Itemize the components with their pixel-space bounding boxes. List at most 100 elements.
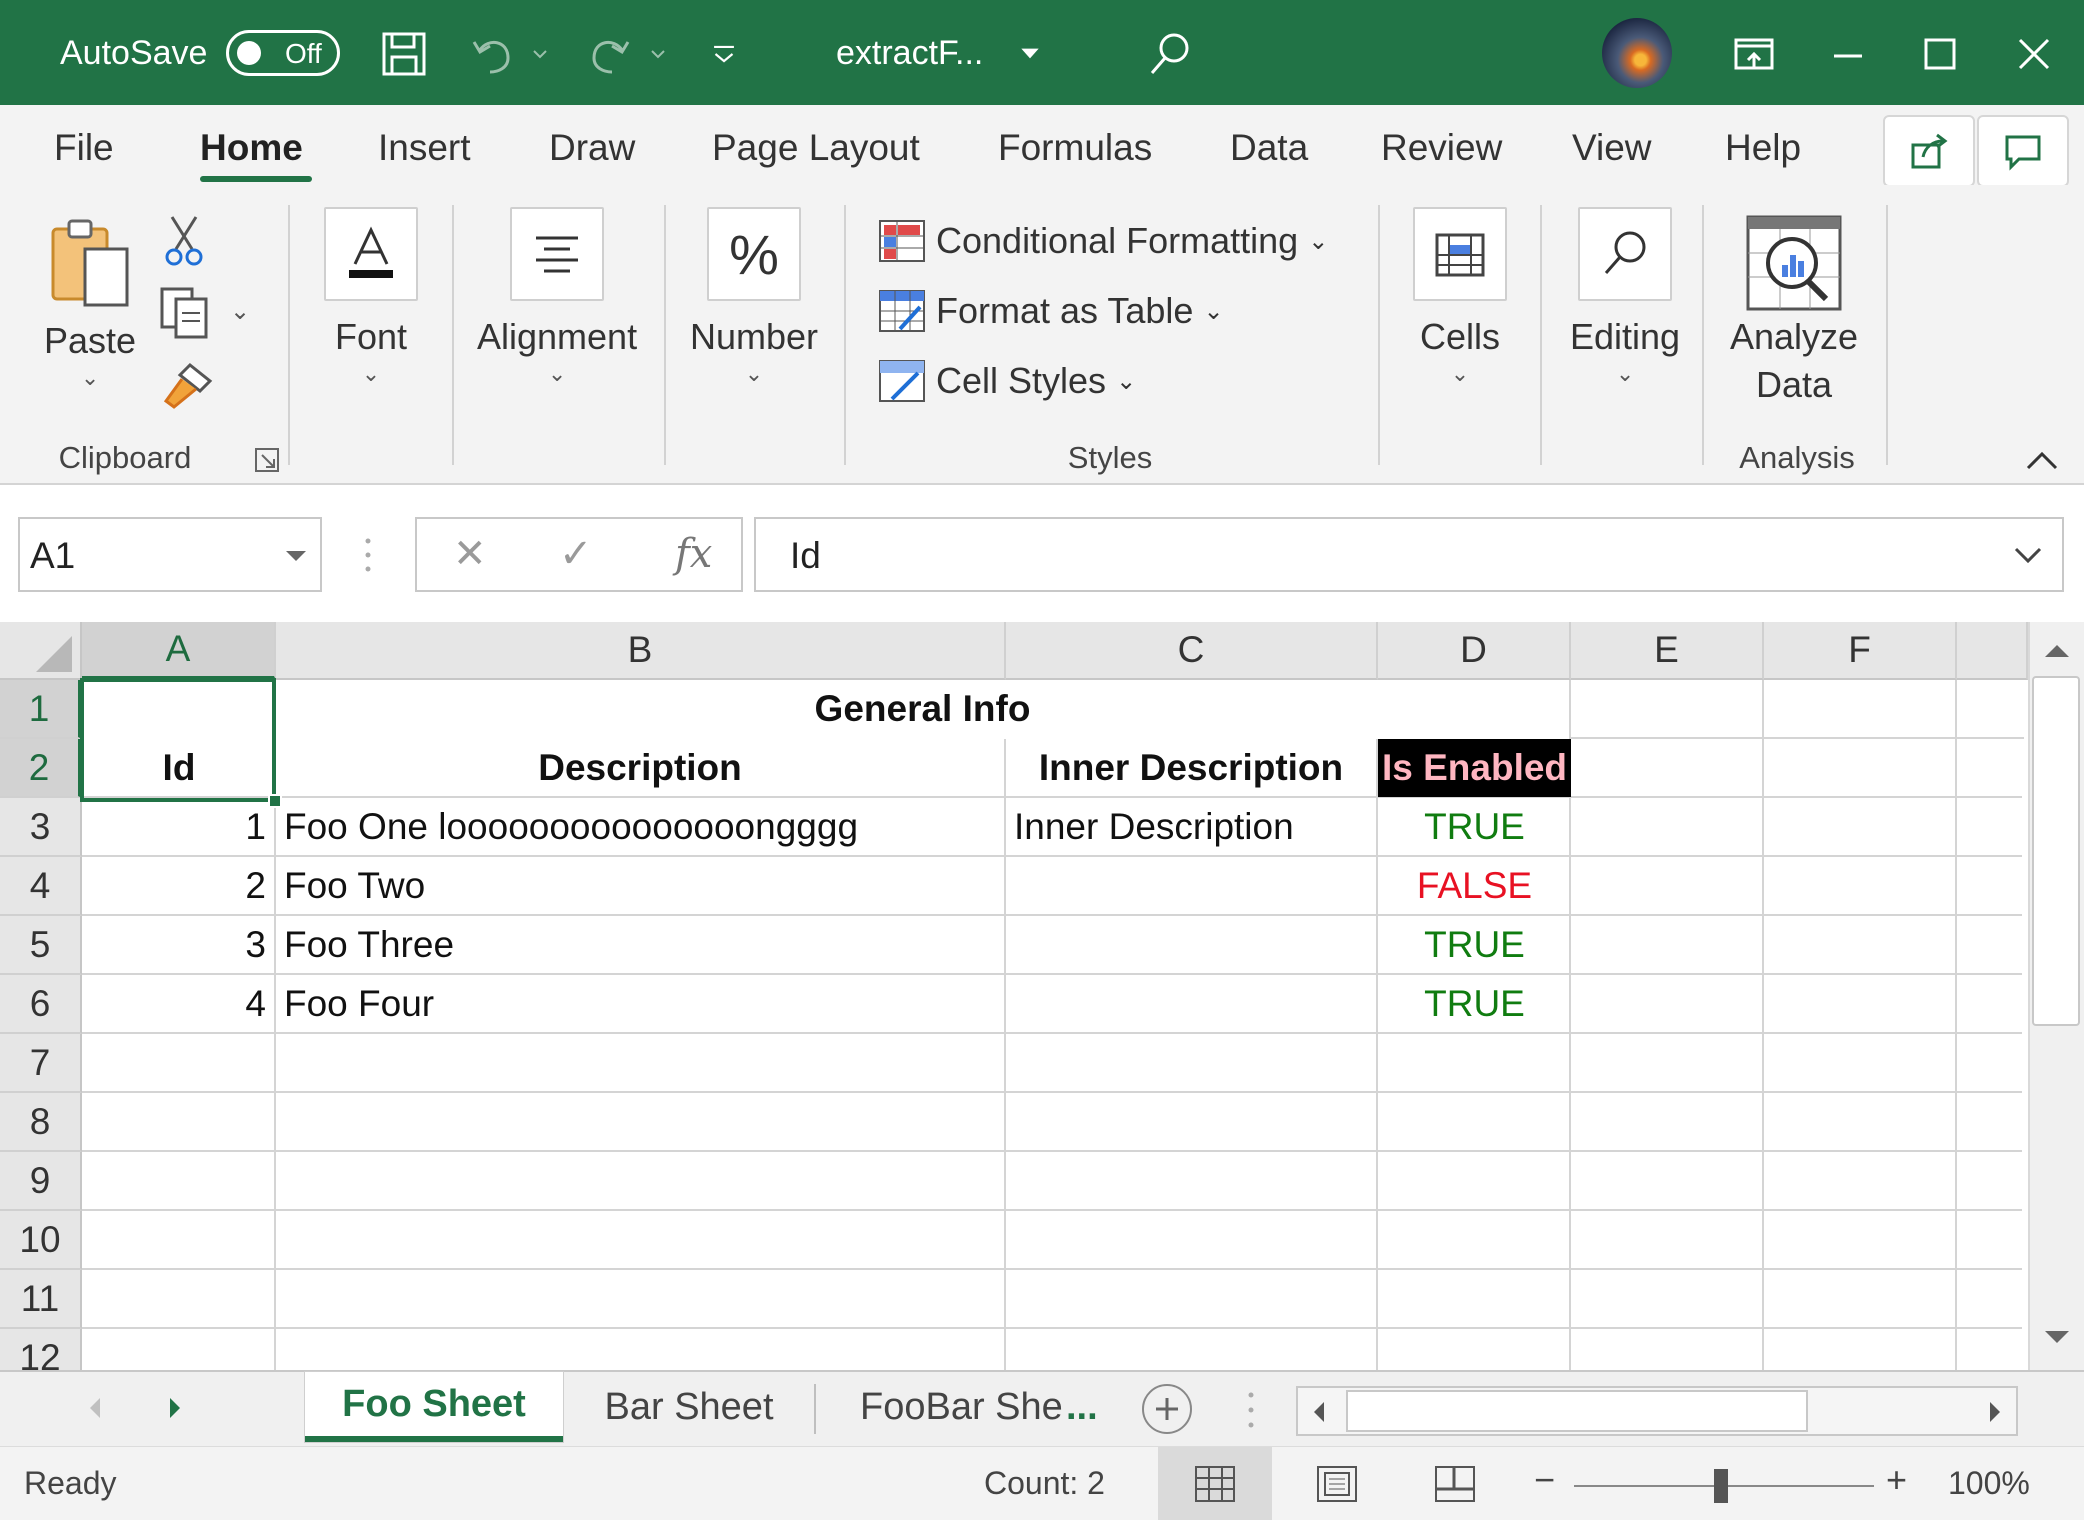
sheet-tab-foobar-sheet[interactable]: FooBar She: [826, 1372, 1062, 1442]
more-sheets-button[interactable]: ...: [1066, 1386, 1098, 1429]
tab-review[interactable]: Review: [1381, 127, 1502, 173]
tab-help[interactable]: Help: [1725, 127, 1801, 173]
undo-icon[interactable]: [462, 24, 522, 84]
row-header-3[interactable]: 3: [0, 798, 82, 857]
column-header-e[interactable]: E: [1571, 622, 1764, 680]
cell-b1-merged-header[interactable]: General Info: [276, 680, 1569, 738]
row-header-2[interactable]: 2: [0, 739, 82, 798]
redo-icon[interactable]: [580, 24, 640, 84]
format-painter-icon[interactable]: [160, 361, 214, 416]
cell-c6[interactable]: [1006, 975, 1376, 1033]
analyze-data-button[interactable]: Analyze Data: [1730, 213, 1858, 409]
tab-page-layout[interactable]: Page Layout: [712, 127, 920, 173]
cell-b4[interactable]: Foo Two: [276, 857, 1004, 915]
formula-bar-resize-handle[interactable]: [365, 535, 371, 575]
cell-d6[interactable]: TRUE: [1378, 975, 1571, 1033]
share-button[interactable]: [1883, 115, 1975, 187]
column-header-d[interactable]: D: [1378, 622, 1571, 680]
scroll-down-icon[interactable]: [2030, 1312, 2084, 1364]
cell-a5[interactable]: 3: [82, 916, 274, 974]
row-header-10[interactable]: 10: [0, 1211, 82, 1270]
column-header-f[interactable]: F: [1764, 622, 1957, 680]
column-header-b[interactable]: B: [276, 622, 1006, 680]
select-all-button[interactable]: [0, 622, 82, 680]
tab-data[interactable]: Data: [1230, 127, 1308, 173]
tab-formulas[interactable]: Formulas: [998, 127, 1152, 173]
tab-split-handle[interactable]: [1248, 1390, 1254, 1435]
copy-icon[interactable]: [158, 285, 212, 344]
row-header-12[interactable]: 12: [0, 1329, 82, 1370]
paste-button[interactable]: Paste ⌄: [44, 215, 136, 391]
scroll-tabs-right-icon[interactable]: [166, 1394, 186, 1427]
cell-c3[interactable]: Inner Description: [1006, 798, 1376, 856]
undo-dropdown-icon[interactable]: [520, 24, 560, 84]
zoom-in-button[interactable]: +: [1886, 1459, 1907, 1501]
cells-button[interactable]: Cells ⌄: [1413, 207, 1507, 387]
cell-a6[interactable]: 4: [82, 975, 274, 1033]
document-title[interactable]: extractF...: [836, 28, 983, 78]
cell-d3[interactable]: TRUE: [1378, 798, 1571, 856]
horizontal-scroll-thumb[interactable]: [1346, 1390, 1808, 1432]
zoom-level[interactable]: 100%: [1948, 1465, 2030, 1502]
user-avatar[interactable]: [1602, 18, 1672, 88]
page-break-preview-button[interactable]: [1398, 1447, 1512, 1520]
cell-d4[interactable]: FALSE: [1378, 857, 1571, 915]
maximize-icon[interactable]: [1910, 24, 1970, 84]
scroll-up-icon[interactable]: [2030, 624, 2084, 676]
tab-view[interactable]: View: [1572, 127, 1652, 173]
sheet-tab-foo-sheet[interactable]: Foo Sheet: [305, 1372, 563, 1442]
cell-c4[interactable]: [1006, 857, 1376, 915]
tab-home[interactable]: Home: [200, 127, 303, 173]
row-header-4[interactable]: 4: [0, 857, 82, 916]
row-header-1[interactable]: 1: [0, 680, 82, 739]
row-header-11[interactable]: 11: [0, 1270, 82, 1329]
search-icon[interactable]: [1140, 24, 1200, 84]
format-as-table-button[interactable]: Format as Table ⌄: [878, 285, 1224, 337]
row-header-5[interactable]: 5: [0, 916, 82, 975]
cancel-entry-icon[interactable]: ✕: [453, 531, 487, 577]
column-header-a[interactable]: A: [82, 622, 276, 680]
horizontal-scrollbar[interactable]: [1296, 1386, 2018, 1436]
name-box-dropdown-icon[interactable]: [286, 551, 306, 561]
fill-handle[interactable]: [268, 794, 282, 808]
tab-insert[interactable]: Insert: [378, 127, 471, 173]
row-header-8[interactable]: 8: [0, 1093, 82, 1152]
tab-draw[interactable]: Draw: [549, 127, 635, 173]
tab-file[interactable]: File: [54, 127, 114, 173]
comments-button[interactable]: [1977, 115, 2069, 187]
add-sheet-button[interactable]: [1142, 1384, 1192, 1434]
minimize-icon[interactable]: [1818, 24, 1878, 84]
cell-a3[interactable]: 1: [82, 798, 274, 856]
close-icon[interactable]: [2004, 24, 2064, 84]
scroll-left-icon[interactable]: [1310, 1400, 1328, 1429]
cell-b3[interactable]: Foo One looooooooooooooongggg: [276, 798, 1004, 856]
number-button[interactable]: % Number ⌄: [690, 207, 818, 387]
cell-styles-button[interactable]: Cell Styles ⌄: [878, 355, 1136, 407]
zoom-out-button[interactable]: −: [1534, 1459, 1555, 1501]
enter-entry-icon[interactable]: ✓: [559, 531, 593, 577]
worksheet-grid[interactable]: A B C D E F 1 2 3 4 5 6 7 8 9 10 11 12 G…: [0, 622, 2028, 1370]
scroll-tabs-left-icon[interactable]: [84, 1394, 104, 1427]
name-box[interactable]: A1: [18, 517, 322, 592]
clipboard-launcher-icon[interactable]: [254, 447, 282, 480]
cell-a4[interactable]: 2: [82, 857, 274, 915]
redo-dropdown-icon[interactable]: [638, 24, 678, 84]
cell-d2[interactable]: Is Enabled: [1378, 739, 1571, 797]
copy-dropdown-icon[interactable]: ⌄: [230, 297, 250, 326]
save-icon[interactable]: [374, 24, 434, 84]
vertical-scroll-thumb[interactable]: [2032, 676, 2080, 1026]
row-header-7[interactable]: 7: [0, 1034, 82, 1093]
autosave-toggle[interactable]: Off: [226, 30, 340, 76]
conditional-formatting-button[interactable]: Conditional Formatting ⌄: [878, 215, 1328, 267]
cell-c5[interactable]: [1006, 916, 1376, 974]
cell-b5[interactable]: Foo Three: [276, 916, 1004, 974]
cell-b6[interactable]: Foo Four: [276, 975, 1004, 1033]
zoom-slider-thumb[interactable]: [1714, 1469, 1728, 1503]
collapse-ribbon-icon[interactable]: [2024, 448, 2064, 478]
ribbon-display-icon[interactable]: [1724, 24, 1784, 84]
cell-b2[interactable]: Description: [276, 739, 1004, 797]
column-header-partial[interactable]: [1957, 622, 2028, 680]
expand-formula-bar-icon[interactable]: [2012, 543, 2044, 572]
customize-qat-icon[interactable]: [694, 24, 754, 84]
column-header-c[interactable]: C: [1006, 622, 1378, 680]
